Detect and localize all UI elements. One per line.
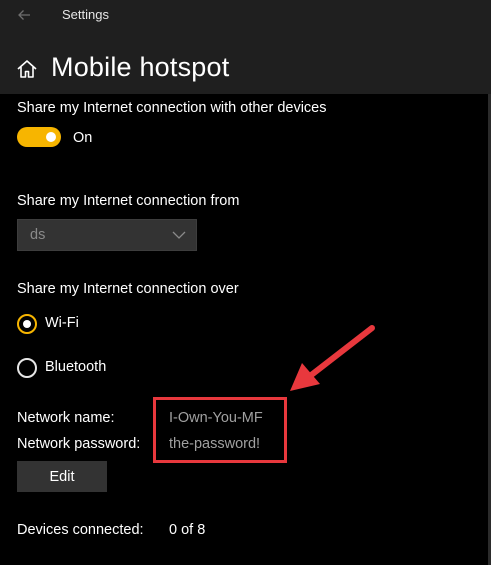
share-from-dropdown[interactable]: ds: [17, 219, 197, 251]
share-connection-toggle[interactable]: [17, 127, 61, 147]
title-bar: Settings: [0, 0, 491, 30]
toggle-state-text: On: [73, 130, 93, 146]
annotation-arrow: [290, 325, 375, 391]
back-arrow-icon: [18, 10, 30, 20]
network-password-label: Network password:: [17, 436, 141, 452]
page-header: Mobile hotspot: [0, 30, 491, 94]
radio-wifi-label: Wi-Fi: [45, 315, 79, 331]
network-name-label: Network name:: [17, 410, 115, 426]
edit-button[interactable]: Edit: [17, 461, 107, 492]
radio-bluetooth-label: Bluetooth: [45, 359, 107, 375]
devices-connected-value: 0 of 8: [169, 522, 206, 538]
home-icon: [17, 60, 37, 78]
radio-bluetooth[interactable]: [17, 358, 37, 378]
back-button[interactable]: [12, 5, 36, 25]
page-title: Mobile hotspot: [51, 52, 230, 82]
share-connection-label: Share my Internet connection with other …: [17, 100, 327, 116]
share-over-label: Share my Internet connection over: [17, 281, 239, 297]
chevron-down-icon: [172, 231, 186, 239]
toggle-knob: [46, 132, 56, 142]
share-from-selected: ds: [30, 227, 46, 243]
devices-connected-label: Devices connected:: [17, 522, 144, 538]
radio-dot: [23, 320, 31, 328]
app-title: Settings: [62, 7, 109, 22]
share-from-label: Share my Internet connection from: [17, 193, 240, 209]
annotation-box: [153, 397, 287, 463]
radio-wifi[interactable]: [17, 314, 37, 334]
